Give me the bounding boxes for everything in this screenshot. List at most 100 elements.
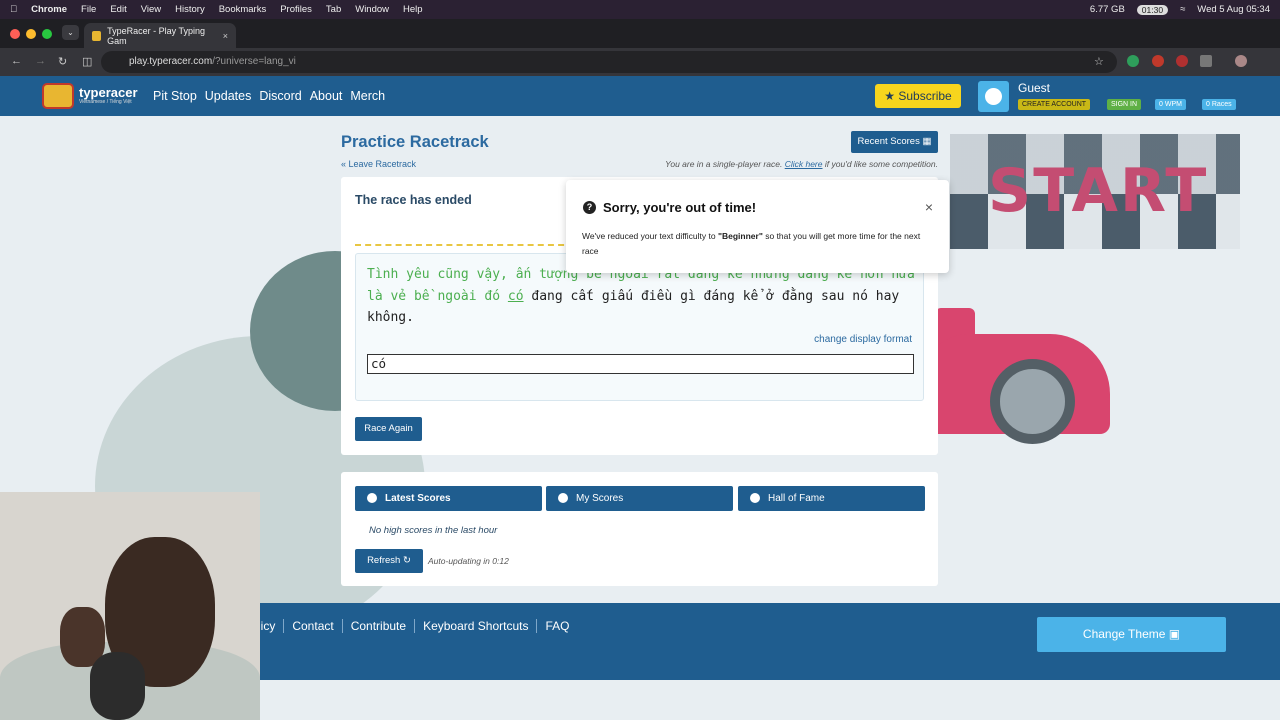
single-player-text-end: if you'd like some competition. [824, 159, 938, 169]
change-display-format-link[interactable]: change display format [814, 334, 912, 345]
close-icon[interactable]: × [925, 199, 933, 215]
bookmark-star-icon[interactable]: ☆ [1094, 55, 1104, 68]
apple-icon[interactable]:  [10, 4, 17, 15]
extension-icon[interactable] [1152, 55, 1164, 67]
guest-avatar[interactable] [978, 81, 1009, 112]
footer-links: licy Contact Contribute Keyboard Shortcu… [258, 619, 578, 633]
timer-pill[interactable]: 01:30 [1136, 4, 1169, 15]
profile-avatar-icon[interactable] [1235, 55, 1247, 67]
menu-app-name[interactable]: Chrome [31, 4, 67, 15]
microphone-icon [90, 652, 145, 720]
tab-hall-of-fame[interactable]: Hall of Fame [738, 486, 925, 511]
site-header: typeracer Vietnamese / Tiếng Việt Pit St… [0, 76, 1280, 116]
refresh-icon: ↻ [402, 555, 411, 566]
footer-link-contact[interactable]: Contact [283, 619, 341, 633]
menu-bookmarks[interactable]: Bookmarks [219, 4, 267, 15]
nav-updates[interactable]: Updates [205, 89, 252, 103]
recent-scores-button[interactable]: Recent Scores ▦ [851, 131, 938, 153]
page-title: Practice Racetrack [341, 133, 489, 151]
trophy-icon [750, 493, 760, 503]
reload-icon[interactable]: ↻ [58, 55, 67, 68]
footer-link-faq[interactable]: FAQ [536, 619, 577, 633]
out-of-time-popup: ? Sorry, you're out of time! × We've red… [566, 180, 949, 273]
extensions-puzzle-icon[interactable] [1200, 55, 1212, 67]
click-here-link[interactable]: Click here [785, 159, 823, 169]
change-theme-label: Change Theme [1082, 627, 1166, 641]
start-banner-text: START [988, 156, 1209, 226]
browser-tab-strip: ⌄ TypeRacer - Play Typing Gam × + [0, 19, 1280, 59]
browser-tab-typeracer[interactable]: TypeRacer - Play Typing Gam × [84, 23, 236, 48]
single-player-text: You are in a single-player race. [665, 159, 783, 169]
tab-latest-scores[interactable]: Latest Scores [355, 486, 542, 511]
table-icon: ▦ [922, 136, 932, 147]
site-nav: Pit Stop Updates Discord About Merch [153, 89, 385, 103]
tab-latest-scores-label: Latest Scores [385, 493, 451, 504]
popup-body-text: We've reduced your text difficulty to [582, 231, 718, 241]
tab-hall-of-fame-label: Hall of Fame [768, 493, 825, 504]
guest-name: Guest [1018, 81, 1051, 95]
monitor-icon: ▣ [1168, 627, 1181, 641]
popup-heading: Sorry, you're out of time! [603, 200, 757, 215]
clock-icon [367, 493, 377, 503]
sidebar-icon[interactable]: ◫ [82, 55, 92, 68]
refresh-button[interactable]: Refresh ↻ [355, 549, 423, 573]
menu-profiles[interactable]: Profiles [280, 4, 312, 15]
nav-merch[interactable]: Merch [350, 89, 385, 103]
typing-input[interactable]: có [367, 354, 914, 374]
single-player-note: You are in a single-player race. Click h… [665, 159, 938, 169]
sign-in-button[interactable]: SIGN IN [1107, 99, 1142, 110]
current-word: có [507, 288, 524, 304]
leave-racetrack-link[interactable]: « Leave Racetrack [341, 159, 416, 169]
forward-arrow-icon[interactable]: → [35, 55, 46, 67]
popup-body: We've reduced your text difficulty to "B… [582, 229, 937, 259]
races-badge: 0 Races [1202, 99, 1236, 110]
typeracer-favicon-icon [92, 30, 102, 41]
browser-toolbar: ← → ↻ ◫ play.typeracer.com/?universe=lan… [0, 48, 1280, 76]
url-path: /?universe=lang_vi [212, 56, 296, 67]
user-icon [558, 493, 568, 503]
menu-help[interactable]: Help [403, 4, 423, 15]
menu-file[interactable]: File [81, 4, 96, 15]
window-controls [10, 29, 52, 39]
grammarly-extension-icon[interactable] [1127, 55, 1139, 67]
footer-link-contribute[interactable]: Contribute [341, 619, 414, 633]
race-again-button[interactable]: Race Again [355, 417, 422, 441]
wifi-icon[interactable]: ≈ [1180, 4, 1185, 15]
back-arrow-icon[interactable]: ← [11, 55, 22, 67]
menu-history[interactable]: History [175, 4, 205, 15]
menu-tab[interactable]: Tab [326, 4, 341, 15]
minimize-window-button[interactable] [26, 29, 36, 39]
maximize-window-button[interactable] [42, 29, 52, 39]
extension-icon-2[interactable] [1176, 55, 1188, 67]
url-host: play.typeracer.com [129, 56, 213, 67]
close-window-button[interactable] [10, 29, 20, 39]
typeracer-logo[interactable]: typeracer Vietnamese / Tiếng Việt [42, 83, 138, 109]
auto-update-status: Auto-updating in 0:12 [428, 556, 509, 566]
tab-search-button[interactable]: ⌄ [62, 25, 79, 40]
menu-view[interactable]: View [141, 4, 161, 15]
create-account-button[interactable]: CREATE ACCOUNT [1018, 99, 1091, 110]
recent-scores-label: Recent Scores [857, 136, 920, 147]
subscribe-button[interactable]: ★ Subscribe [875, 84, 961, 108]
refresh-label: Refresh [367, 555, 401, 566]
no-scores-message: No high scores in the last hour [369, 525, 498, 536]
memory-status[interactable]: 6.77 GB [1090, 4, 1125, 15]
url-bar[interactable]: play.typeracer.com/?universe=lang_vi [101, 51, 1117, 73]
typeracer-logo-icon [42, 83, 74, 109]
change-theme-button[interactable]: Change Theme ▣ [1037, 617, 1226, 652]
scores-panel: Latest Scores My Scores Hall of Fame No … [341, 472, 938, 586]
tab-my-scores[interactable]: My Scores [546, 486, 733, 511]
nav-discord[interactable]: Discord [259, 89, 301, 103]
footer-link-keyboard-shortcuts[interactable]: Keyboard Shortcuts [414, 619, 536, 633]
star-icon: ★ [884, 89, 896, 103]
question-icon: ? [583, 201, 596, 214]
footer-link-policy[interactable]: licy [258, 619, 283, 633]
tab-title: TypeRacer - Play Typing Gam [107, 25, 206, 46]
wpm-badge: 0 WPM [1155, 99, 1186, 110]
menu-window[interactable]: Window [355, 4, 389, 15]
nav-pit-stop[interactable]: Pit Stop [153, 89, 197, 103]
menu-edit[interactable]: Edit [110, 4, 126, 15]
nav-about[interactable]: About [310, 89, 343, 103]
clock[interactable]: Wed 5 Aug 05:34 [1197, 4, 1270, 15]
close-tab-icon[interactable]: × [223, 31, 228, 41]
